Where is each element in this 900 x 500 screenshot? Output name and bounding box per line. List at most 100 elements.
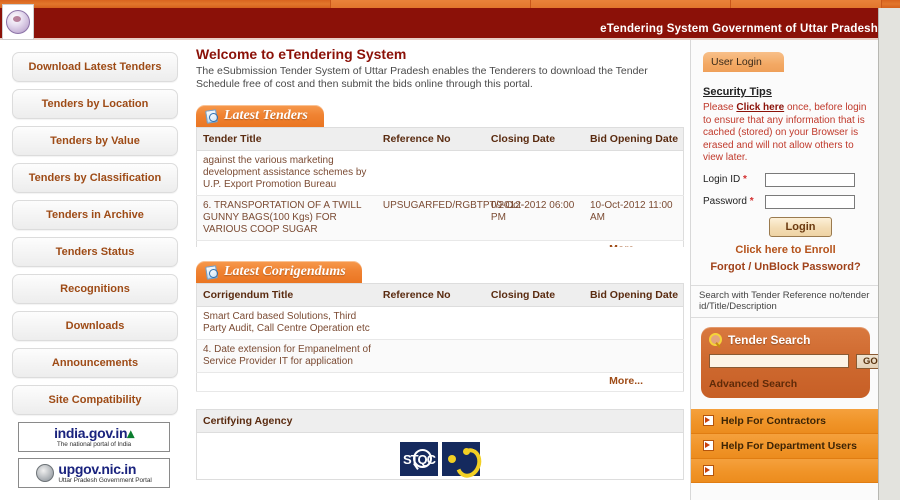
column-header-tender-title: Tender Title bbox=[196, 127, 377, 151]
sidebar-item-label: Tenders in Archive bbox=[46, 209, 144, 221]
up-state-seal-icon bbox=[36, 464, 55, 482]
cell-reference-no bbox=[377, 307, 485, 340]
login-id-label-text: Login ID bbox=[703, 174, 741, 185]
cell-tender-title: against the various marketing developmen… bbox=[203, 155, 367, 190]
page-title: Welcome to eTendering System bbox=[196, 46, 407, 62]
login-button[interactable]: Login bbox=[768, 216, 833, 237]
tender-search-header: Tender Search bbox=[709, 332, 862, 348]
cell-bid-opening-date bbox=[584, 151, 684, 196]
help-item-label: Help For Contractors bbox=[721, 414, 827, 427]
latest-tenders-panel: Tender Title Reference No Closing Date B… bbox=[196, 127, 684, 247]
help-for-contractors-item[interactable]: Help For Contractors bbox=[691, 408, 878, 434]
latest-tenders-tab-label: Latest Tenders bbox=[224, 108, 308, 123]
password-row: Password * bbox=[703, 194, 868, 209]
latest-corrigendums-panel: Corrigendum Title Reference No Closing D… bbox=[196, 283, 684, 395]
column-header-closing-date: Closing Date bbox=[484, 283, 584, 307]
login-id-row: Login ID * bbox=[703, 172, 868, 187]
upgov-nic-in-badge-sub: Uttar Pradesh Government Portal bbox=[58, 477, 152, 484]
sidebar-item-tenders-by-location[interactable]: Tenders by Location bbox=[12, 89, 178, 119]
sidebar-item-tenders-in-archive[interactable]: Tenders in Archive bbox=[12, 200, 178, 230]
sidebar-item-site-compatibility[interactable]: Site Compatibility bbox=[12, 385, 178, 415]
table-footer-row: More... bbox=[197, 241, 684, 247]
sidebar-item-label: Announcements bbox=[51, 357, 139, 369]
latest-tenders-tab: Latest Tenders bbox=[196, 105, 324, 127]
security-tips-heading: Security Tips bbox=[703, 86, 772, 98]
cca-logo-icon bbox=[442, 442, 486, 482]
help-item-label: Help For Department Users bbox=[721, 439, 857, 452]
cell-closing-date bbox=[485, 151, 584, 196]
sidebar-item-label: Download Latest Tenders bbox=[28, 61, 162, 73]
login-panel: Security Tips Please Click here once, be… bbox=[691, 86, 878, 273]
arrow-bullet-icon bbox=[703, 440, 714, 451]
sidebar-item-label: Site Compatibility bbox=[48, 394, 142, 406]
forgot-password-link[interactable]: Forgot / UnBlock Password? bbox=[703, 261, 868, 273]
sidebar-item-recognitions[interactable]: Recognitions bbox=[12, 274, 178, 304]
site-header: eTendering System Government of Uttar Pr… bbox=[0, 8, 900, 38]
site-logo[interactable] bbox=[2, 4, 34, 40]
cell-corrigendum-title: Smart Card based Solutions, Third Party … bbox=[203, 311, 370, 334]
sidebar-item-label: Tenders by Value bbox=[50, 135, 140, 147]
os-chrome-strip bbox=[0, 0, 900, 8]
upgov-nic-in-badge-title: upgov.nic.in bbox=[58, 461, 137, 477]
column-header-reference-no: Reference No bbox=[376, 283, 485, 307]
help-item-partial[interactable] bbox=[691, 458, 878, 483]
tender-search-doc-icon bbox=[204, 265, 219, 280]
cell-closing-date bbox=[484, 339, 584, 373]
latest-corrigendums-more-link[interactable]: More... bbox=[609, 375, 643, 387]
cell-closing-date bbox=[485, 307, 584, 340]
required-marker: * bbox=[749, 196, 754, 207]
security-tips-prefix: Please bbox=[703, 102, 737, 113]
login-id-input[interactable] bbox=[765, 172, 855, 187]
sidebar-item-download-latest-tenders[interactable]: Download Latest Tenders bbox=[12, 52, 178, 82]
security-tips-click-here-link[interactable]: Click here bbox=[736, 102, 784, 113]
badge-text: india.gov.in bbox=[54, 425, 128, 441]
up-emblem-icon bbox=[6, 10, 30, 34]
tender-search-doc-icon bbox=[204, 109, 219, 124]
india-gov-in-badge-sub: The national portal of India bbox=[56, 441, 132, 448]
stqc-logo-icon: STQC bbox=[400, 442, 438, 476]
table-row[interactable]: 6. TRANSPORTATION OF A TWILL GUNNY BAGS(… bbox=[196, 195, 684, 241]
sidebar-item-label: Recognitions bbox=[60, 283, 130, 295]
password-input[interactable] bbox=[765, 194, 855, 209]
column-header-corrigendum-title: Corrigendum Title bbox=[196, 283, 377, 307]
column-header-bid-opening-date: Bid Opening Date bbox=[583, 127, 684, 151]
table-row[interactable]: against the various marketing developmen… bbox=[196, 151, 684, 196]
tender-search-input[interactable] bbox=[709, 354, 849, 368]
left-sidebar: Download Latest Tenders Tenders by Locat… bbox=[0, 40, 190, 500]
sidebar-item-tenders-by-value[interactable]: Tenders by Value bbox=[12, 126, 178, 156]
table-row[interactable]: 4. Date extension for Empanelment of Ser… bbox=[196, 339, 684, 373]
cell-reference-no bbox=[377, 151, 485, 196]
enroll-link[interactable]: Click here to Enroll bbox=[703, 244, 868, 256]
arrow-bullet-icon bbox=[703, 464, 714, 476]
tender-search-title: Tender Search bbox=[728, 332, 811, 347]
table-row[interactable]: Smart Card based Solutions, Third Party … bbox=[196, 307, 684, 340]
site-title: eTendering System Government of Uttar Pr… bbox=[600, 23, 878, 35]
table-header-row: Corrigendum Title Reference No Closing D… bbox=[196, 283, 684, 307]
main-content: Welcome to eTendering System The eSubmis… bbox=[190, 40, 690, 500]
latest-corrigendums-table: Corrigendum Title Reference No Closing D… bbox=[196, 283, 684, 392]
advanced-search-link[interactable]: Advanced Search bbox=[709, 378, 862, 390]
sidebar-item-tenders-status[interactable]: Tenders Status bbox=[12, 237, 178, 267]
sidebar-item-announcements[interactable]: Announcements bbox=[12, 348, 178, 378]
column-header-closing-date: Closing Date bbox=[484, 127, 584, 151]
tender-search-note: Search with Tender Reference no/tender i… bbox=[691, 284, 878, 318]
cell-bid-opening-date: 10-Oct-2012 11:00 AM bbox=[583, 195, 684, 241]
column-header-reference-no: Reference No bbox=[376, 127, 485, 151]
security-tips-text: Please Click here once, before login to … bbox=[703, 102, 868, 165]
certifying-agency-logos: STQC bbox=[197, 433, 683, 482]
welcome-description: The eSubmission Tender System of Uttar P… bbox=[196, 65, 648, 90]
sidebar-item-label: Downloads bbox=[65, 320, 125, 332]
cell-bid-opening-date bbox=[584, 307, 684, 340]
latest-tenders-more-link[interactable]: More... bbox=[609, 243, 643, 247]
upgov-nic-in-badge[interactable]: upgov.nic.in Uttar Pradesh Government Po… bbox=[18, 458, 170, 488]
india-gov-in-badge[interactable]: india.gov.in▴ The national portal of Ind… bbox=[18, 422, 170, 452]
sidebar-item-downloads[interactable]: Downloads bbox=[12, 311, 178, 341]
user-login-tab[interactable]: User Login bbox=[703, 52, 784, 72]
page-body: Download Latest Tenders Tenders by Locat… bbox=[0, 40, 885, 500]
help-for-department-users-item[interactable]: Help For Department Users bbox=[691, 433, 878, 459]
page-scrollbar[interactable] bbox=[878, 8, 900, 500]
cell-bid-opening-date bbox=[583, 339, 684, 373]
certifying-agency-panel: Certifying Agency STQC bbox=[196, 409, 684, 482]
sidebar-item-tenders-by-classification[interactable]: Tenders by Classification bbox=[12, 163, 178, 193]
certifying-agency-heading: Certifying Agency bbox=[197, 410, 683, 433]
